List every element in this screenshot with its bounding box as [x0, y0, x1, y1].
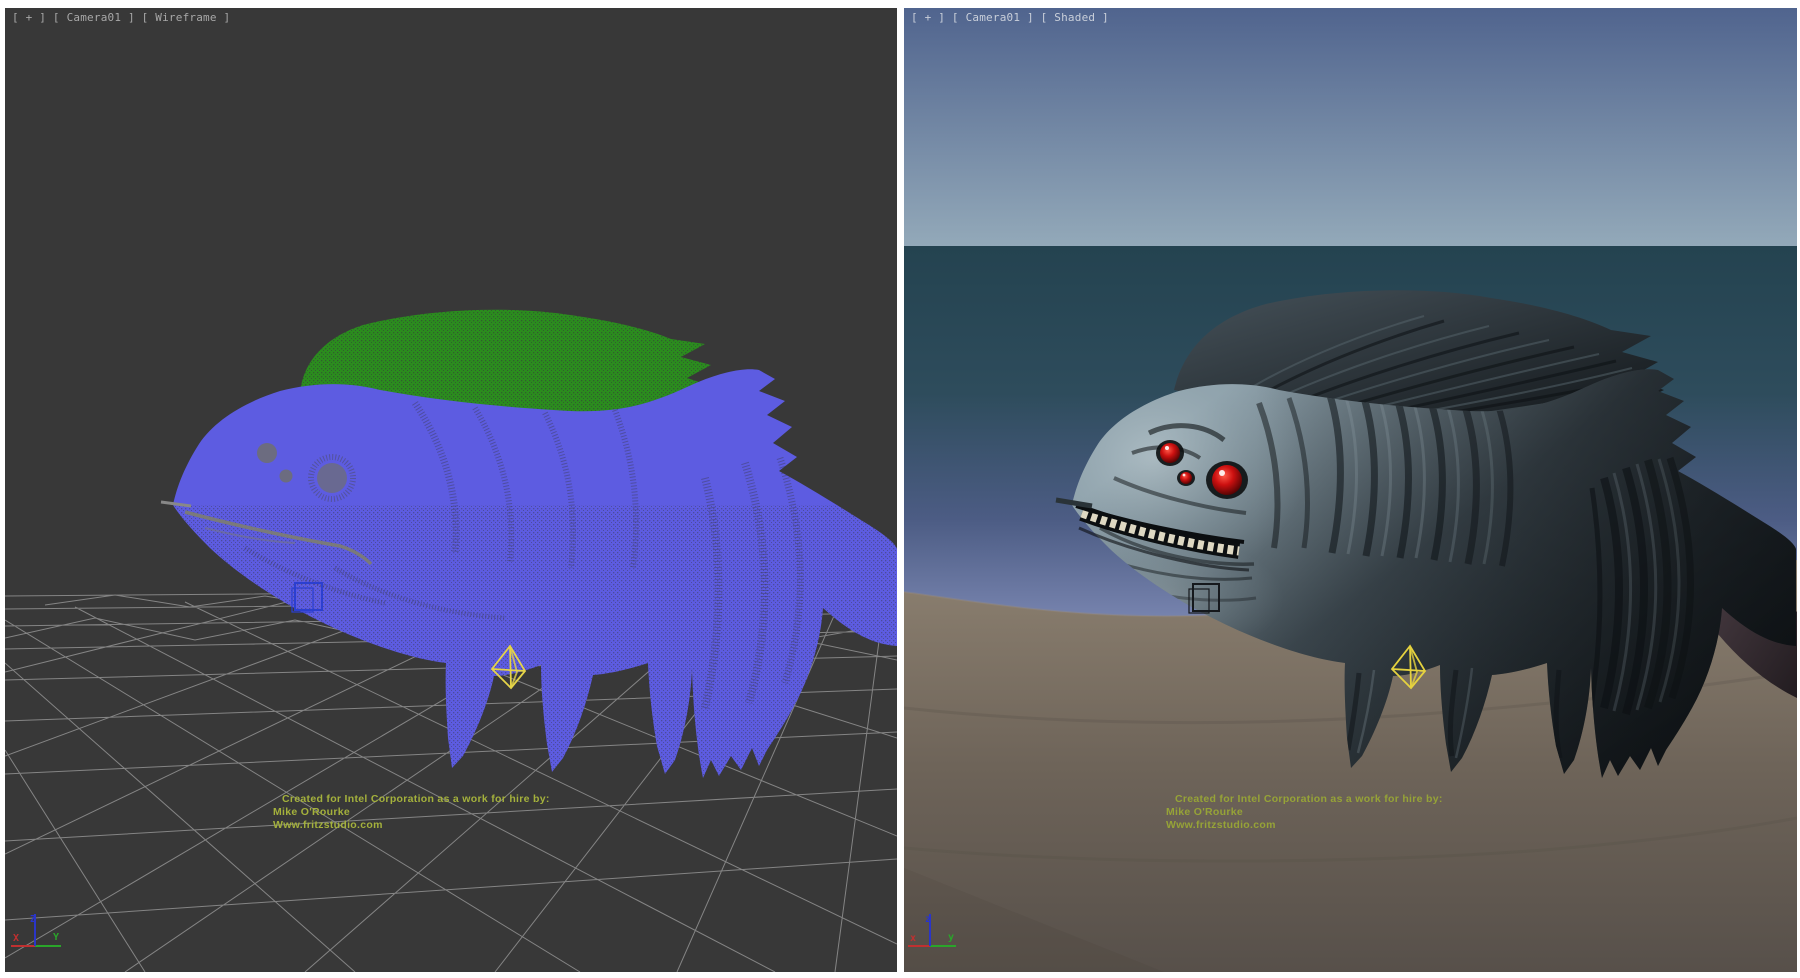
viewport-wireframe[interactable]: [ + ] [ Camera01 ] [ Wireframe ] Created… [5, 8, 897, 972]
credit-line-3: Www.fritzstudio.com [1166, 819, 1443, 832]
viewport-shaded[interactable]: [ + ] [ Camera01 ] [ Shaded ] Created fo… [904, 8, 1797, 972]
viewport-label-wireframe[interactable]: [ + ] [ Camera01 ] [ Wireframe ] [12, 11, 230, 24]
axis-x-label: X [13, 933, 19, 944]
scene-credit-text: Created for Intel Corporation as a work … [1166, 793, 1443, 832]
fish-model-wireframe[interactable] [161, 310, 897, 778]
scene-credit-text: Created for Intel Corporation as a work … [273, 793, 550, 832]
world-axis-tripod: X Y Z [7, 908, 71, 962]
axis-y-label: y [948, 932, 954, 943]
axis-y-label: Y [53, 932, 59, 943]
axis-z-label: Z [30, 914, 36, 925]
credit-line-1: Created for Intel Corporation as a work … [273, 793, 550, 806]
credit-line-3: Www.fritzstudio.com [273, 819, 550, 832]
credit-line-1: Created for Intel Corporation as a work … [1166, 793, 1443, 806]
credit-line-2: Mike O'Rourke [273, 806, 550, 819]
axis-z-label: z [925, 914, 931, 925]
viewport-label-shaded[interactable]: [ + ] [ Camera01 ] [ Shaded ] [911, 11, 1109, 24]
world-axis-tripod: x y z [906, 908, 970, 962]
credit-line-2: Mike O'Rourke [1166, 806, 1443, 819]
axis-x-label: x [910, 933, 916, 944]
